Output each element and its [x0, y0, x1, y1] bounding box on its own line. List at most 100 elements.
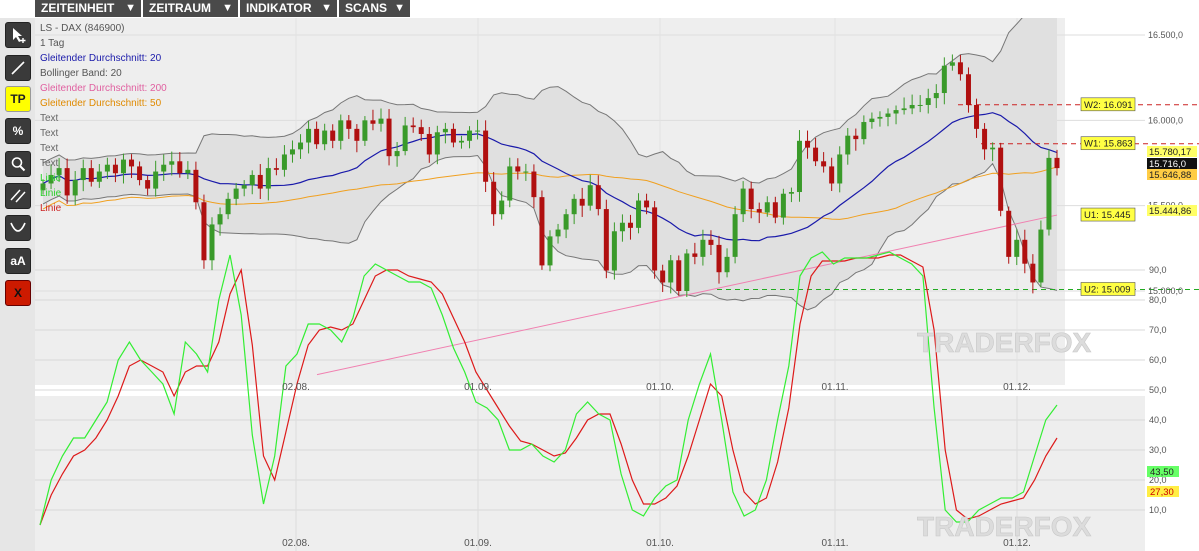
candle-body	[145, 180, 151, 189]
candle-body	[378, 118, 384, 124]
candle-body	[120, 159, 126, 174]
candle-body	[483, 130, 489, 182]
chevron-down-icon: ▼	[394, 2, 405, 14]
candle-body	[169, 161, 175, 165]
oscillator-tick-label: 60,0	[1149, 355, 1167, 365]
candle-body	[225, 198, 231, 215]
candle-body	[249, 174, 255, 186]
candle-body	[306, 128, 312, 143]
candle-body	[925, 98, 931, 105]
chart-canvas[interactable]: W2: 16.091 W1: 15.863 U1: 15.445 U2: 15.009…	[35, 18, 1199, 551]
price-tick-label: 16.000,0	[1148, 115, 1183, 125]
timeframe-label: 1 Tag	[40, 38, 65, 49]
candle-body	[370, 120, 376, 124]
candle-body	[821, 161, 827, 167]
percent-label: %	[12, 124, 24, 138]
date-tick-label: 01.12.	[1003, 382, 1031, 393]
candle-body	[402, 125, 408, 152]
candle-body	[877, 116, 883, 119]
channel-tool[interactable]	[5, 183, 31, 209]
candle-body	[442, 128, 448, 133]
candle-body	[1030, 263, 1036, 283]
pointer-tool[interactable]	[5, 22, 31, 48]
candle-body	[756, 209, 762, 213]
candle-body	[1006, 210, 1012, 257]
candle-body	[185, 169, 191, 174]
candle-body	[837, 154, 843, 184]
candle-body	[72, 180, 78, 196]
candle-body	[241, 185, 247, 189]
date-tick-label: 02.08.	[282, 382, 310, 393]
candle-body	[982, 128, 988, 150]
price-tick-label: 16.500,0	[1148, 30, 1183, 40]
candle-body	[933, 93, 939, 99]
candle-body	[386, 118, 392, 157]
candle-body	[603, 209, 609, 271]
candle-body	[708, 239, 714, 245]
magnifier-icon	[11, 157, 26, 172]
candle-body	[668, 260, 674, 283]
candle-body	[475, 130, 481, 132]
menu-indikator[interactable]: INDIKATOR ▼	[240, 0, 337, 17]
candle-body	[571, 198, 577, 215]
candle-body	[491, 181, 497, 215]
tp-tool[interactable]: TP	[5, 86, 31, 112]
candle-body	[845, 135, 851, 155]
legend-item: Gleitender Durchschnitt: 50	[40, 98, 162, 109]
candle-body	[330, 130, 336, 141]
candle-body	[941, 65, 947, 94]
legend-item: Text	[40, 158, 59, 169]
candle-body	[965, 74, 971, 105]
candle-body	[998, 147, 1004, 211]
candle-body	[129, 159, 135, 167]
candle-body	[684, 253, 690, 291]
zoom-tool[interactable]	[5, 151, 31, 177]
level-label: W1: 15.863	[1084, 139, 1133, 150]
chevron-down-icon: ▼	[321, 2, 332, 14]
candle-body	[354, 128, 360, 141]
chevron-down-icon: ▼	[125, 2, 136, 14]
candle-body	[547, 236, 553, 266]
candle-body	[523, 171, 529, 173]
candle-body	[338, 120, 344, 141]
menu-zeitraum[interactable]: ZEITRAUM ▼	[143, 0, 238, 17]
candle-body	[64, 168, 70, 196]
candle-body	[692, 253, 698, 257]
delete-tool[interactable]: X	[5, 280, 31, 306]
candle-body	[619, 222, 625, 232]
candle-body	[901, 108, 907, 111]
date-tick-label: 01.09.	[464, 382, 492, 393]
price-tag-text: 15.716,0	[1149, 159, 1186, 170]
menu-scans[interactable]: SCANS ▼	[339, 0, 410, 17]
candle-body	[1038, 229, 1044, 283]
candle-body	[555, 229, 561, 237]
candle-body	[233, 188, 239, 199]
legend-item: Bollinger Band: 20	[40, 68, 122, 79]
oscillator-tick-label: 10,0	[1149, 505, 1167, 515]
candle-body	[636, 200, 642, 228]
curve-tool[interactable]	[5, 215, 31, 241]
candle-body	[450, 128, 456, 143]
candle-body	[265, 168, 271, 189]
candle-body	[764, 202, 770, 213]
percent-tool[interactable]: %	[5, 118, 31, 144]
candle-body	[652, 207, 658, 271]
curve-icon	[10, 222, 26, 232]
level-label: U2: 15.009	[1084, 284, 1130, 295]
oscillator-tick-label: 30,0	[1149, 445, 1167, 455]
level-label: U1: 15.445	[1084, 210, 1130, 221]
candle-body	[298, 142, 304, 150]
candle-body	[177, 161, 183, 174]
candle-body	[885, 113, 891, 117]
candle-body	[193, 169, 199, 203]
candle-body	[426, 133, 432, 155]
candle-body	[724, 256, 730, 273]
candle-body	[217, 214, 223, 225]
oscillator-tick-label: 40,0	[1149, 415, 1167, 425]
font-tool[interactable]: aA	[5, 248, 31, 274]
candle-body	[748, 188, 754, 210]
menu-zeiteinheit[interactable]: ZEITEINHEIT ▼	[35, 0, 141, 17]
legend-item: Text	[40, 113, 59, 124]
line-tool[interactable]	[5, 55, 31, 81]
line-icon	[11, 61, 25, 75]
